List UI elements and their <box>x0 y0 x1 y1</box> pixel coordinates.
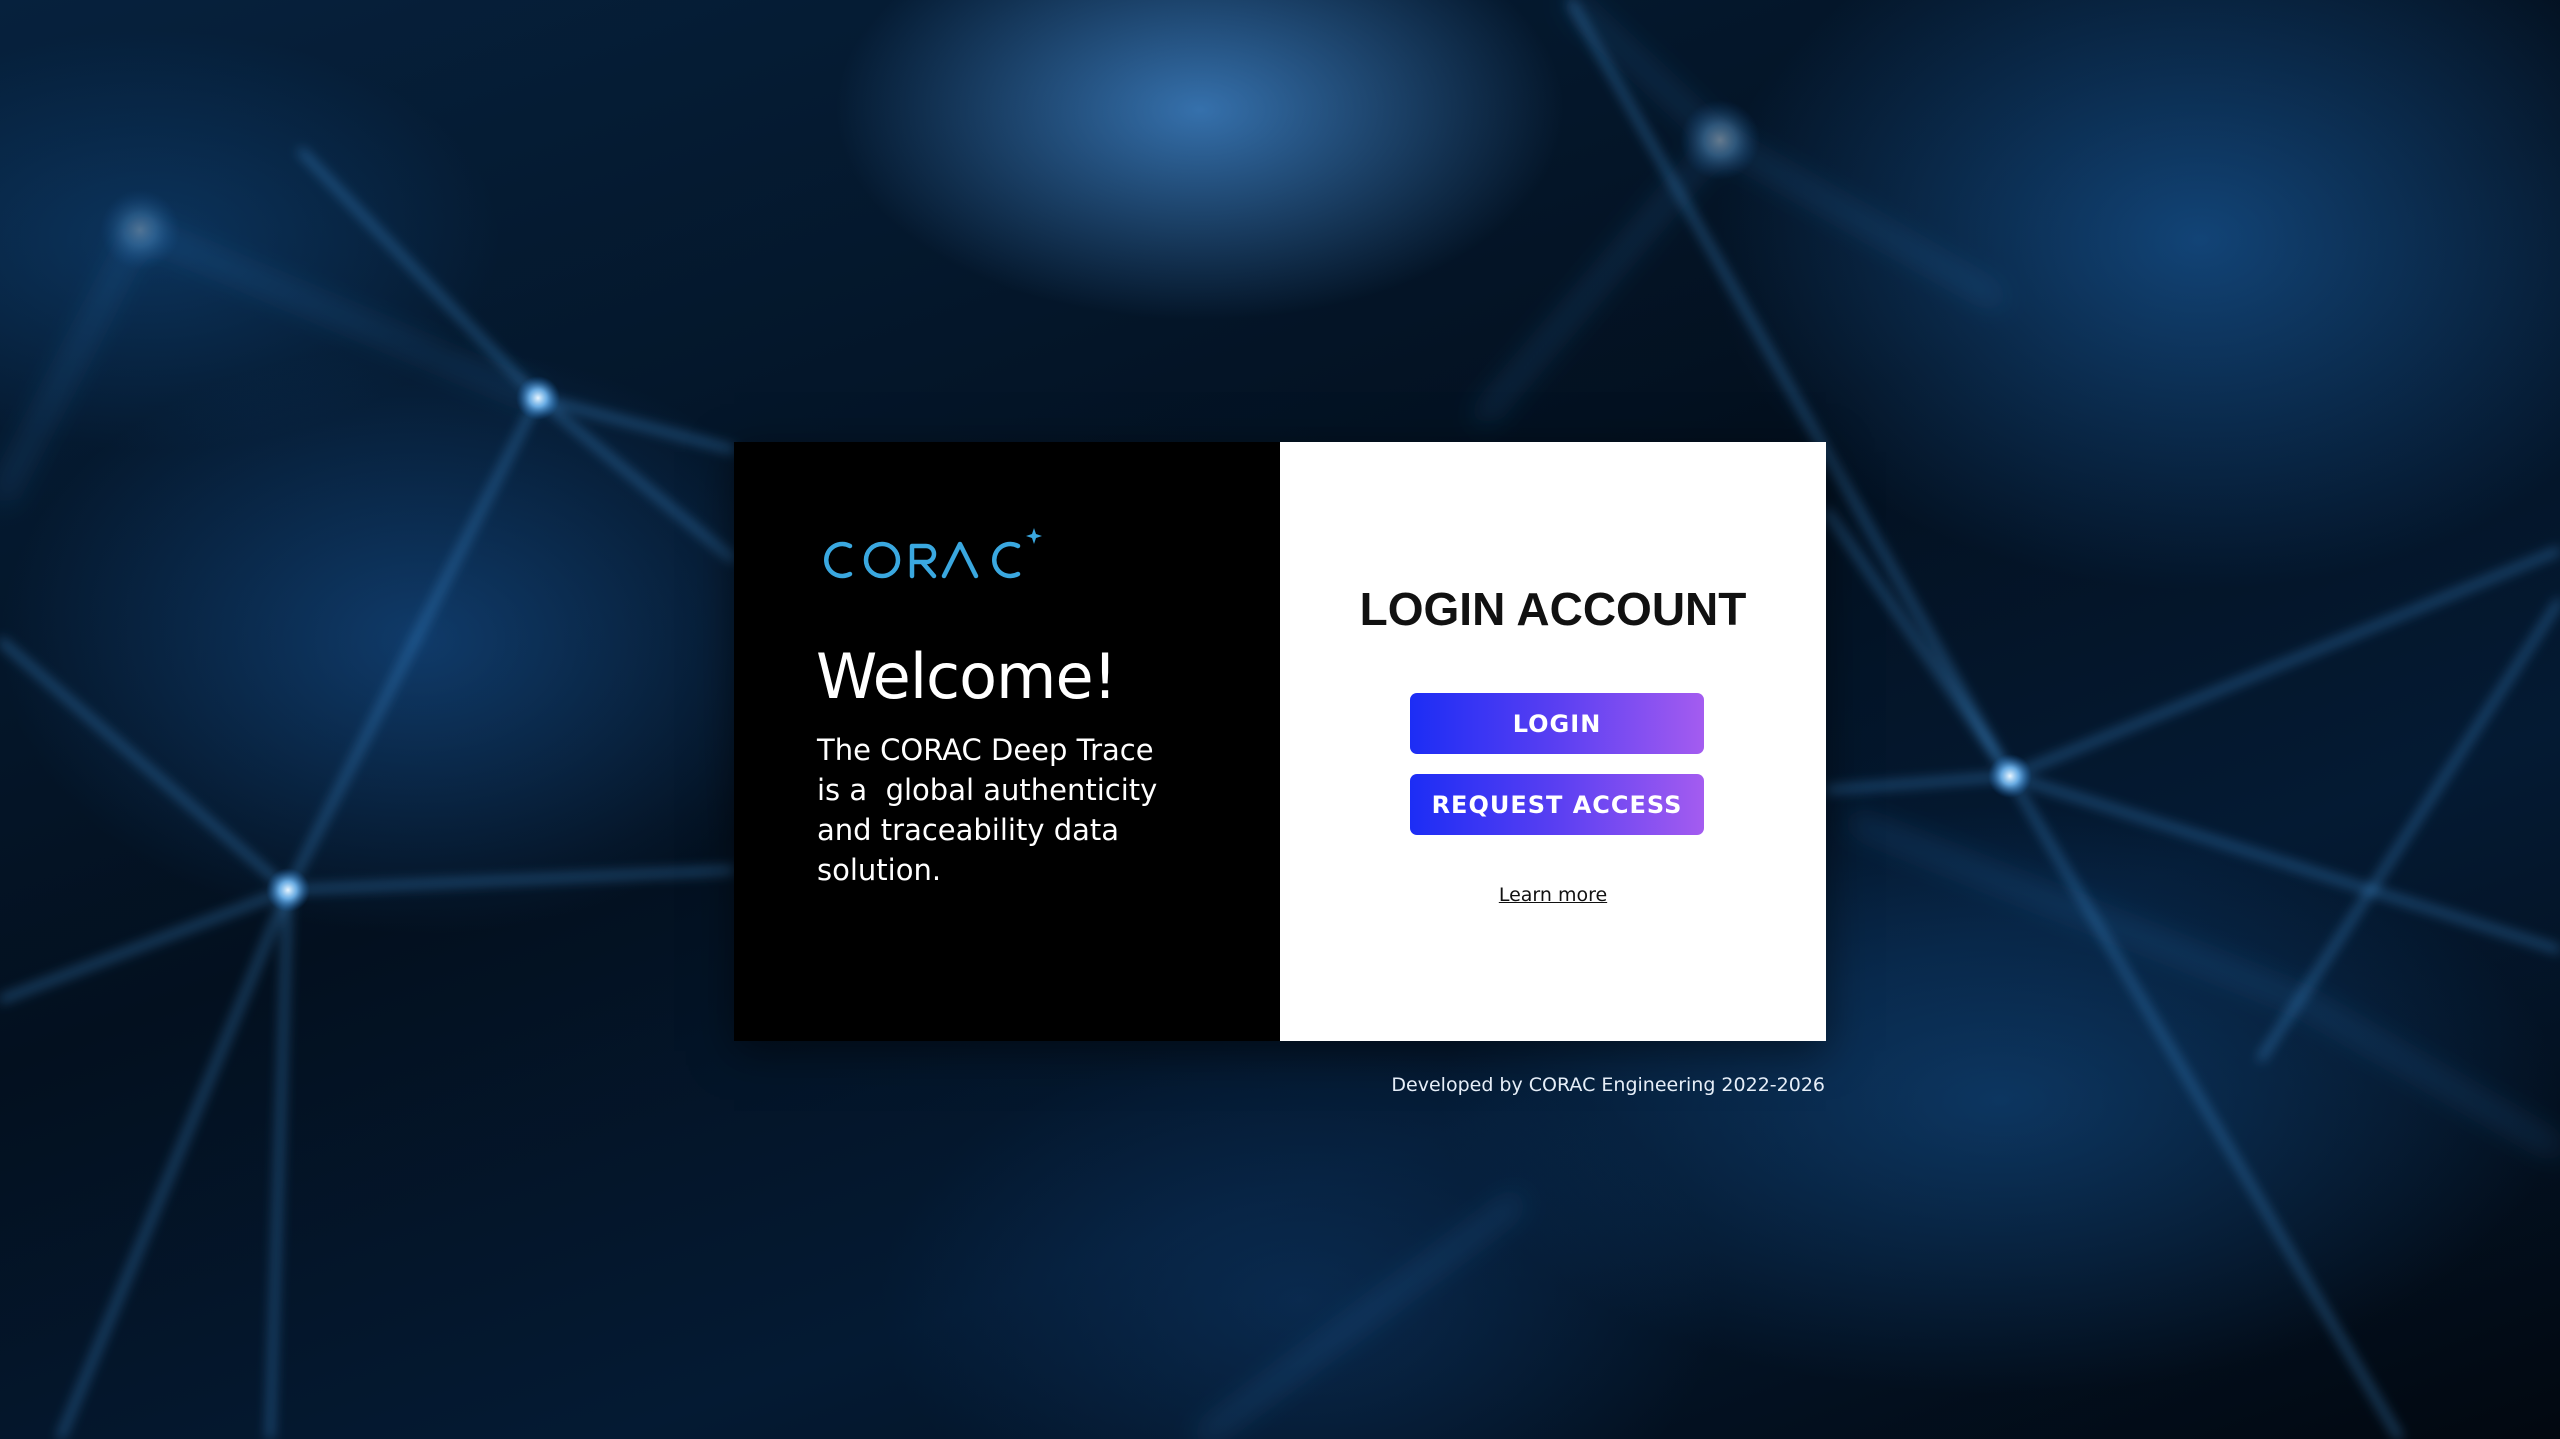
login-card: Welcome! The CORAC Deep Trace is a globa… <box>734 442 1826 1041</box>
login-button-label: LOGIN <box>1512 709 1602 738</box>
footer-credit: Developed by CORAC Engineering 2022-2026 <box>1391 1074 1825 1096</box>
login-panel: LOGIN ACCOUNT LOGIN REQUEST ACCESS Learn… <box>1280 442 1826 1041</box>
welcome-panel: Welcome! The CORAC Deep Trace is a globa… <box>734 442 1280 1041</box>
learn-more-link[interactable]: Learn more <box>1280 884 1826 906</box>
welcome-description: The CORAC Deep Trace is a global authent… <box>817 733 1158 887</box>
request-access-button-label: REQUEST ACCESS <box>1431 790 1683 819</box>
welcome-heading: Welcome! <box>816 640 1117 713</box>
login-button[interactable]: LOGIN <box>1410 693 1704 754</box>
request-access-button[interactable]: REQUEST ACCESS <box>1410 774 1704 835</box>
corac-logo <box>824 528 1042 579</box>
login-account-heading: LOGIN ACCOUNT <box>1359 583 1747 635</box>
login-page: Welcome! The CORAC Deep Trace is a globa… <box>0 0 2560 1439</box>
